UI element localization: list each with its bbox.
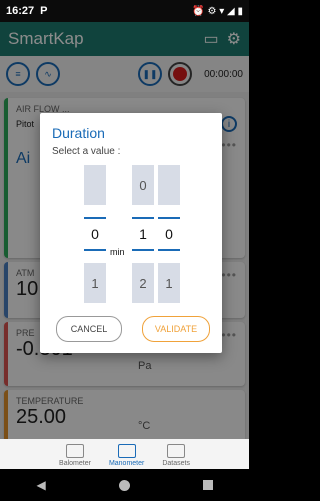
- back-icon[interactable]: ◀: [36, 478, 45, 492]
- duration-dialog: Duration Select a value : 0 1 min 0 1 2 …: [40, 113, 222, 353]
- recents-icon[interactable]: [202, 480, 213, 490]
- status-time: 16:27: [6, 5, 35, 17]
- balometer-icon: [65, 444, 84, 458]
- cancel-button[interactable]: CANCEL: [56, 316, 122, 342]
- validate-button[interactable]: VALIDATE: [142, 316, 210, 342]
- seconds-ones-picker[interactable]: 0 1: [158, 165, 180, 305]
- picker-below[interactable]: 1: [84, 263, 106, 303]
- home-icon[interactable]: [118, 479, 130, 491]
- nav-balometer[interactable]: Balometer: [59, 444, 91, 467]
- status-bar: 16:27 P ⏰ ⚙ ▾ ◢ ▮: [0, 0, 249, 22]
- picker-below[interactable]: 1: [158, 263, 180, 303]
- chart-icon: [117, 444, 136, 458]
- picker-selected: 0: [158, 205, 180, 263]
- system-nav: ◀: [0, 469, 249, 501]
- picker-selected: 0: [84, 205, 106, 263]
- picker-above[interactable]: 0: [132, 165, 154, 205]
- picker-selected: 1: [132, 205, 154, 263]
- nav-manometer[interactable]: Manometer: [109, 444, 144, 467]
- nav-datasets[interactable]: Datasets: [162, 444, 190, 467]
- dialog-subtitle: Select a value :: [52, 146, 121, 157]
- bottom-nav: Balometer Manometer Datasets: [0, 439, 249, 469]
- minutes-picker[interactable]: 0 1: [84, 165, 106, 305]
- status-icons: ⏰ ⚙ ▾ ◢ ▮: [192, 5, 243, 17]
- picker-below[interactable]: 2: [132, 263, 154, 303]
- seconds-tens-picker[interactable]: 0 1 2: [132, 165, 154, 305]
- nav-label: Datasets: [162, 460, 190, 467]
- picker-above[interactable]: [158, 165, 180, 205]
- folder-icon: [167, 444, 186, 458]
- dialog-title: Duration: [52, 125, 105, 141]
- unit-label: min: [110, 247, 125, 257]
- nav-label: Balometer: [59, 460, 91, 467]
- nav-label: Manometer: [108, 460, 145, 467]
- picker-above[interactable]: [84, 165, 106, 205]
- parking-icon: P: [40, 5, 48, 17]
